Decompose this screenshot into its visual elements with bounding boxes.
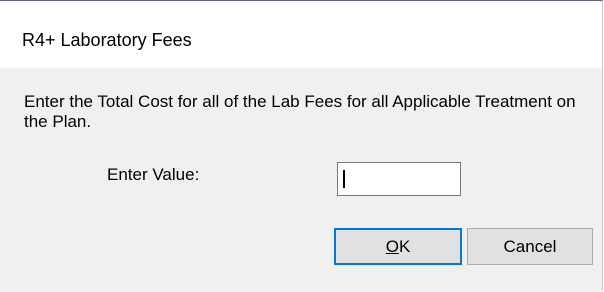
ok-button-label-rest: K	[398, 237, 411, 256]
instruction-message: Enter the Total Cost for all of the Lab …	[24, 92, 576, 131]
enter-value-label: Enter Value:	[107, 165, 200, 184]
dialog-titlebar: R4+ Laboratory Fees	[0, 1, 602, 68]
ok-button-mnemonic: O	[385, 237, 399, 256]
value-input[interactable]	[337, 162, 461, 196]
text-caret	[343, 170, 345, 188]
dialog-title: R4+ Laboratory Fees	[22, 30, 192, 50]
cancel-button[interactable]: Cancel	[467, 228, 593, 265]
dialog-body: Enter the Total Cost for all of the Lab …	[0, 68, 602, 292]
ok-button[interactable]: OK	[334, 228, 462, 265]
lab-fees-dialog: R4+ Laboratory Fees Enter the Total Cost…	[0, 0, 603, 292]
